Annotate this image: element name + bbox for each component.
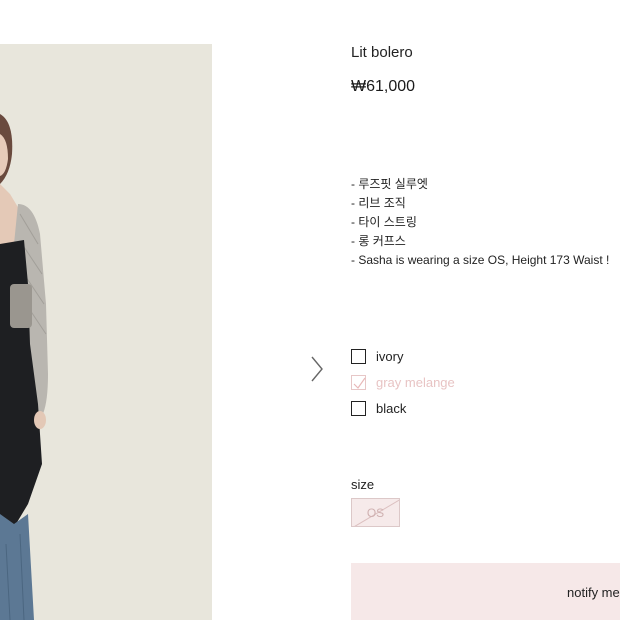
color-option-black[interactable]: black [351,395,455,421]
size-option-label: OS [366,506,385,520]
product-price: ₩61,000 [351,78,416,95]
description-line: - Sasha is wearing a size OS, Height 173… [351,253,610,267]
color-label: gray melange [376,374,455,390]
size-heading: size [351,477,375,492]
gallery-next-button[interactable] [306,354,328,384]
color-option-ivory[interactable]: ivory [351,343,455,369]
product-title: Lit bolero [351,44,413,61]
description-line: - 리브 조직 [351,196,406,210]
color-option-gray-melange[interactable]: gray melange [351,369,455,395]
product-description: - 루즈핏 실루엣 - 리브 조직 - 타이 스트링 - 롱 커프스 - Sas… [351,175,609,270]
size-option-os[interactable]: OS [351,498,400,527]
chevron-right-icon [311,356,323,382]
model-photo-illustration [0,44,212,620]
product-photo [0,44,212,620]
checkbox[interactable] [351,348,366,364]
color-options: ivory gray melange black [351,343,455,421]
checkbox[interactable] [351,400,366,416]
notify-me-label: notify me [567,585,620,600]
color-label: black [376,400,407,416]
description-line: - 타이 스트링 [351,215,417,229]
notify-me-button[interactable]: notify me [351,563,620,620]
sold-out-check-icon [353,377,366,389]
checkbox-disabled[interactable] [351,374,366,390]
description-line: - 롱 커프스 [351,234,406,248]
description-line: - 루즈핏 실루엣 [351,177,428,191]
color-label: ivory [376,348,404,364]
